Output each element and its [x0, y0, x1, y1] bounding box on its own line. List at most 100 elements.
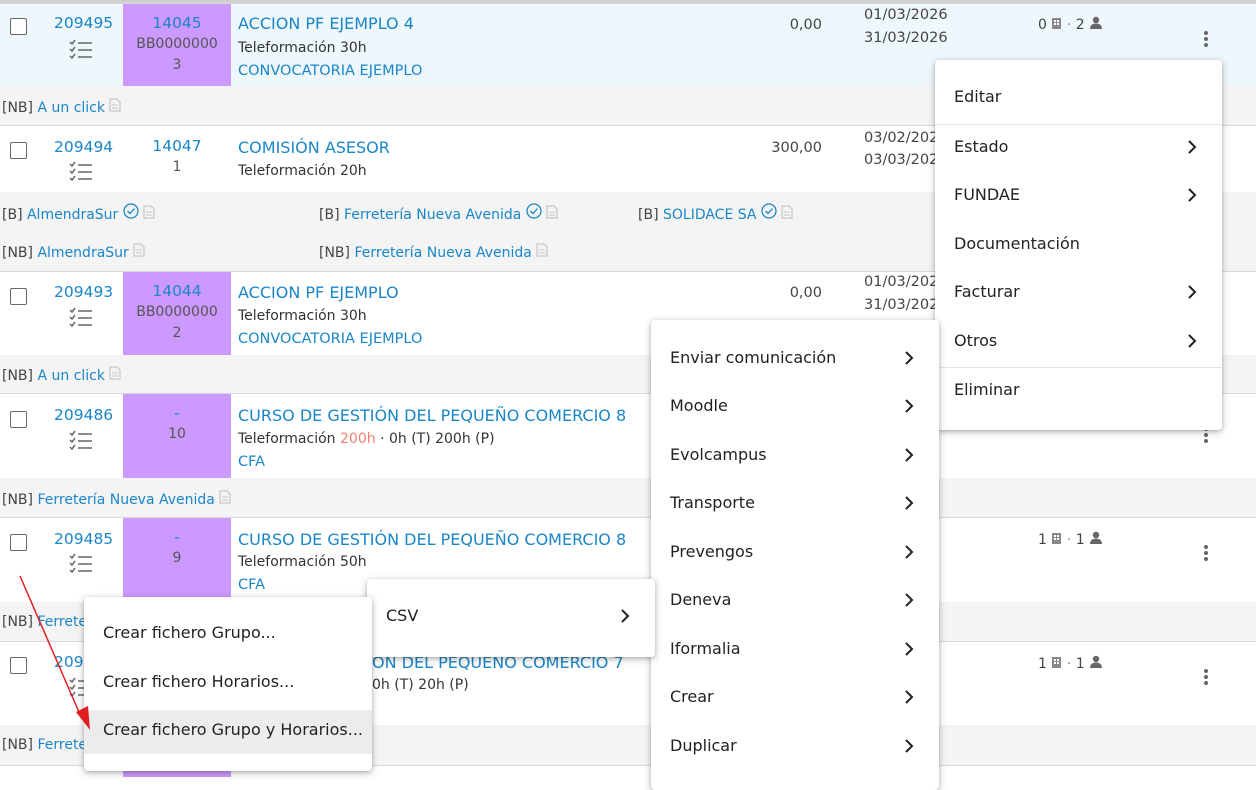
code-link[interactable]: 14044 [123, 282, 231, 300]
company-link[interactable]: AlmendraSur [37, 245, 128, 261]
annotation-arrow-icon [19, 575, 90, 730]
participant-entry: [NB] Ferrete [2, 737, 88, 753]
document-icon[interactable] [133, 243, 145, 257]
participant-entry: [B] Ferretería Nueva Avenida [319, 203, 558, 223]
menu-item-evolcampus[interactable]: Evolcampus [651, 445, 939, 464]
task-list-icon[interactable] [68, 38, 94, 60]
document-icon[interactable] [109, 366, 122, 380]
company-link[interactable]: A un click [37, 100, 105, 116]
call-link[interactable]: CONVOCATORIA EJEMPLO [238, 63, 422, 79]
row-checkbox[interactable] [10, 142, 27, 159]
building-icon [1052, 533, 1062, 544]
document-icon[interactable] [143, 205, 155, 219]
company-link[interactable]: AlmendraSur [27, 207, 118, 223]
company-link[interactable]: Ferretería Nueva Avenida [37, 492, 214, 508]
code-link[interactable]: 14045 [123, 14, 231, 32]
call-link[interactable]: CONVOCATORIA EJEMPLO [238, 331, 422, 347]
company-link[interactable]: SOLIDACE SA [663, 207, 757, 223]
row-actions-kebab[interactable] [1198, 543, 1214, 563]
row-checkbox[interactable] [10, 534, 27, 551]
company-link[interactable]: A un click [37, 368, 105, 384]
document-icon[interactable] [219, 490, 231, 504]
row-id-link[interactable]: 209493 [54, 283, 113, 301]
menu-item-crear-fichero-horarios[interactable]: Crear fichero Horarios... [84, 672, 372, 691]
row-id-link[interactable]: 209485 [54, 530, 113, 548]
course-title-link[interactable]: COMISIÓN ASESOR [238, 138, 390, 157]
participant-entry: [NB] A un click [2, 98, 122, 116]
person-icon [1090, 531, 1103, 544]
row-id-link[interactable]: 209486 [54, 406, 113, 424]
code-link[interactable]: 14047 [123, 137, 231, 155]
document-icon[interactable] [781, 205, 794, 219]
otros-submenu: Enviar comunicación Moodle Evolcampus Tr… [651, 320, 939, 790]
document-icon[interactable] [536, 243, 548, 257]
code-num: 10 [168, 426, 186, 442]
check-circle-icon [123, 203, 139, 219]
menu-item-moodle[interactable]: Moodle [651, 396, 939, 415]
crear-submenu: CSV [367, 579, 655, 657]
menu-item-iformalia[interactable]: Iformalia [651, 639, 939, 658]
chevron-right-icon [1188, 188, 1197, 202]
menu-item-enviar-comunicacion[interactable]: Enviar comunicación [651, 348, 939, 367]
chevron-right-icon [1188, 140, 1197, 154]
menu-item-transporte[interactable]: Transporte [651, 493, 939, 512]
person-icon [1090, 16, 1103, 29]
row-checkbox[interactable] [10, 18, 27, 35]
menu-item-csv[interactable]: CSV [367, 606, 655, 625]
company-link[interactable]: Ferretería Nueva Avenida [354, 245, 531, 261]
course-title-link[interactable]: CURSO DE GESTIÓN DEL PEQUEÑO COMERCIO 8 [238, 406, 626, 425]
check-circle-icon [761, 203, 777, 219]
task-list-icon[interactable] [68, 429, 94, 451]
row-actions-kebab[interactable] [1198, 29, 1214, 49]
course-modality: Teleformación 30h [238, 308, 367, 324]
chevron-right-icon [905, 593, 914, 607]
menu-item-crear[interactable]: Crear [651, 687, 939, 706]
menu-item-deneva[interactable]: Deneva [651, 590, 939, 609]
amount: 300,00 [771, 140, 822, 156]
end-date: 31/03/2026 [864, 30, 948, 46]
row-checkbox[interactable] [10, 411, 27, 428]
code-link[interactable]: - [123, 404, 231, 422]
document-icon[interactable] [109, 98, 122, 112]
menu-item-facturar[interactable]: Facturar [935, 282, 1222, 301]
csv-submenu: Crear fichero Grupo... Crear fichero Hor… [84, 597, 372, 771]
company-link[interactable]: Ferretería Nueva Avenida [344, 207, 521, 223]
row-checkbox[interactable] [10, 288, 27, 305]
code-num: 2 [172, 325, 182, 341]
code-num: 9 [172, 550, 182, 566]
menu-item-editar[interactable]: Editar [935, 87, 1222, 106]
chevron-right-icon [905, 399, 914, 413]
participant-entry: [NB] Ferretería Nueva Avenida [2, 490, 231, 508]
course-title-link[interactable]: ACCION PF EJEMPLO 4 [238, 14, 414, 33]
task-list-icon[interactable] [68, 160, 94, 182]
center-link[interactable]: CFA [238, 577, 265, 593]
chevron-right-icon [905, 448, 914, 462]
row-id-link[interactable]: 209495 [54, 14, 113, 32]
course-modality: Teleformación 200h · 0h (T) 200h (P) [238, 431, 495, 447]
menu-item-crear-fichero-grupo-horarios[interactable]: Crear fichero Grupo y Horarios... [84, 720, 372, 739]
row-actions-kebab[interactable] [1198, 667, 1214, 687]
menu-item-otros[interactable]: Otros [935, 331, 1222, 350]
menu-item-duplicar[interactable]: Duplicar [651, 736, 939, 755]
menu-item-eliminar[interactable]: Eliminar [935, 380, 1222, 399]
task-list-icon[interactable] [68, 306, 94, 328]
course-title-link[interactable]: CURSO DE GESTIÓN DEL PEQUEÑO COMERCIO 8 [238, 530, 626, 549]
company-link[interactable]: Ferrete [37, 737, 87, 753]
menu-item-estado[interactable]: Estado [935, 137, 1222, 156]
row-id-link[interactable]: 209494 [54, 138, 113, 156]
counts: 0 · 2 [1038, 16, 1103, 33]
center-link[interactable]: CFA [238, 454, 265, 470]
menu-item-prevengos[interactable]: Prevengos [651, 542, 939, 561]
participant-entry: [B] AlmendraSur [2, 203, 155, 223]
menu-item-crear-fichero-grupo[interactable]: Crear fichero Grupo... [84, 623, 372, 642]
code-link[interactable]: - [123, 528, 231, 546]
counts: 1 · 1 [1038, 655, 1103, 672]
menu-item-fundae[interactable]: FUNDAE [935, 185, 1222, 204]
course-title-link[interactable]: ACCION PF EJEMPLO [238, 283, 399, 302]
chevron-right-icon [905, 496, 914, 510]
task-list-icon[interactable] [68, 552, 94, 574]
menu-item-documentacion[interactable]: Documentación [935, 234, 1222, 253]
code-sub: BB0000000 [136, 36, 218, 52]
chevron-right-icon [905, 351, 914, 365]
document-icon[interactable] [546, 205, 558, 219]
